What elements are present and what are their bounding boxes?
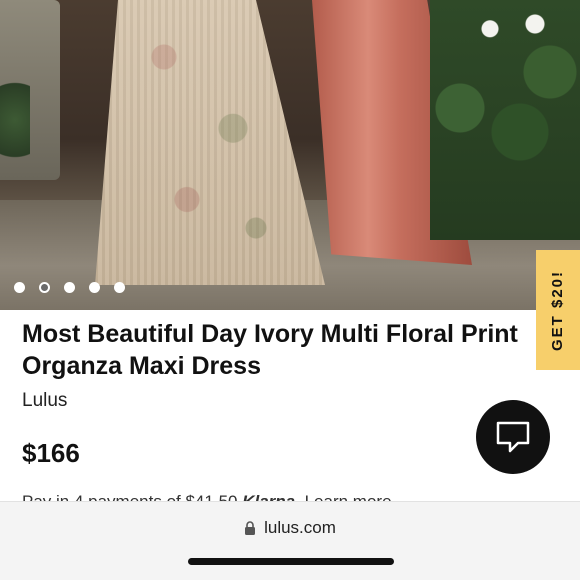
foliage-left: [0, 70, 30, 170]
product-title-line2: Organza Maxi Dress: [22, 352, 261, 380]
url-text: lulus.com: [264, 518, 336, 537]
carousel-dot[interactable]: [114, 282, 125, 293]
chat-button[interactable]: [476, 400, 550, 474]
browser-bar: lulus.com: [0, 501, 580, 580]
carousel-dot[interactable]: [14, 282, 25, 293]
floral-dress: [95, 0, 325, 285]
chat-bubble-icon: [496, 421, 530, 453]
carousel-dot-active[interactable]: [39, 282, 50, 293]
product-price: $166: [22, 438, 80, 468]
product-title: Most Beautiful Day Ivory Multi Floral Pr…: [22, 318, 562, 382]
carousel-dot[interactable]: [89, 282, 100, 293]
home-indicator[interactable]: [188, 558, 394, 565]
lock-icon: [245, 520, 256, 535]
url-display[interactable]: lulus.com: [0, 518, 580, 538]
brand-name[interactable]: Lulus: [22, 390, 67, 412]
carousel-dots: [14, 282, 125, 293]
foliage-right: [430, 0, 580, 240]
product-image[interactable]: [0, 0, 580, 310]
product-title-line1: Most Beautiful Day Ivory Multi Floral Pr…: [22, 320, 518, 348]
carousel-dot[interactable]: [64, 282, 75, 293]
